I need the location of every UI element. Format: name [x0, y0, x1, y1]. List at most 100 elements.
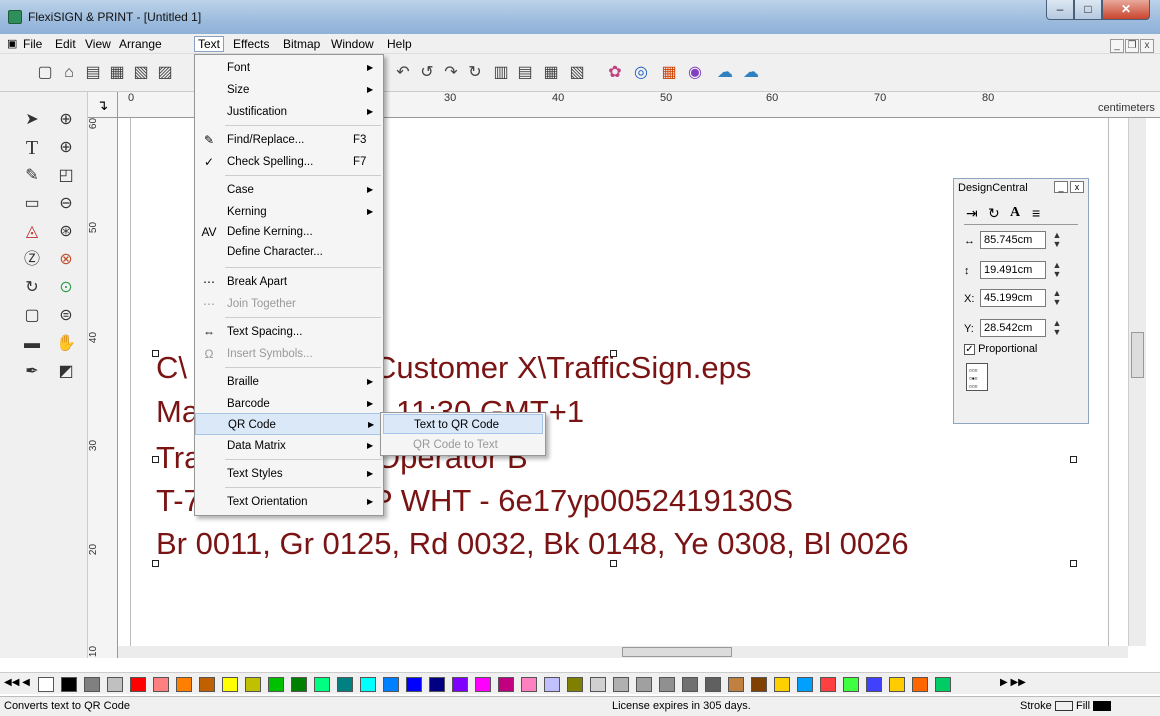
palette-swatch[interactable]	[199, 677, 215, 692]
ruler-origin-icon[interactable]: ↴	[88, 92, 118, 118]
export-icon[interactable]: ▧	[130, 62, 152, 84]
menu-item-qr-code[interactable]: QR Code ▶	[195, 413, 383, 435]
document-icon[interactable]: ▣	[4, 36, 20, 52]
selection-handle[interactable]	[610, 560, 617, 567]
menu-item-data-matrix[interactable]: Data Matrix ▶	[195, 435, 383, 457]
undo-icon[interactable]: ↶	[392, 62, 414, 84]
palette-swatch[interactable]	[337, 677, 353, 692]
menu-item-break-apart[interactable]: ⋯ Break Apart	[195, 271, 383, 293]
menu-item-text-spacing[interactable]: ⇔ Text Spacing...	[195, 321, 383, 343]
palette-swatch[interactable]	[682, 677, 698, 692]
palette-swatch[interactable]	[659, 677, 675, 692]
zoom-selection-icon[interactable]: ⊛	[54, 220, 78, 244]
height-spinner[interactable]: ▲ ▼	[1050, 261, 1064, 279]
palette-swatch[interactable]	[245, 677, 261, 692]
stroke-indicator[interactable]: Stroke	[1020, 700, 1073, 712]
palette-swatch[interactable]	[935, 677, 951, 692]
cut-icon[interactable]: ▥	[490, 62, 512, 84]
anchor-point-selector[interactable]: ▫▫▫ ▫▪▫ ▫▫▫	[966, 363, 988, 391]
doc-restore-button[interactable]: ❐	[1125, 39, 1139, 53]
menu-item-check-spelling[interactable]: ✓ Check Spelling... F7	[195, 151, 383, 173]
distort-tool-icon[interactable]: Ⓩ	[20, 248, 44, 272]
print-icon[interactable]: ▨	[154, 62, 176, 84]
palette-swatch[interactable]	[636, 677, 652, 692]
close-button[interactable]: ✕	[1102, 0, 1150, 20]
palette-swatch[interactable]	[383, 677, 399, 692]
text-tab-icon[interactable]: A	[1010, 205, 1020, 221]
menu-item-kerning[interactable]: Kerning ▶	[195, 201, 383, 223]
cloud-icon[interactable]: ☁	[714, 62, 736, 84]
selection-handle[interactable]	[152, 456, 159, 463]
menu-item-text-styles[interactable]: Text Styles ▶	[195, 463, 383, 485]
palette-swatch[interactable]	[130, 677, 146, 692]
palette-swatch[interactable]	[222, 677, 238, 692]
panel-minimize-button[interactable]: _	[1054, 181, 1068, 193]
palette-swatch[interactable]	[613, 677, 629, 692]
palette-swatch[interactable]	[498, 677, 514, 692]
doc-close-button[interactable]: x	[1140, 39, 1154, 53]
palette-swatch[interactable]	[866, 677, 882, 692]
palette-swatch[interactable]	[406, 677, 422, 692]
selection-handle[interactable]	[152, 350, 159, 357]
vertical-scroll-thumb[interactable]	[1131, 332, 1144, 378]
menu-item-barcode[interactable]: Barcode ▶	[195, 393, 383, 415]
new-icon[interactable]: ▢	[34, 62, 56, 84]
zoom-out-icon[interactable]: ⊖	[54, 192, 78, 216]
palette-scroll-right-icon[interactable]: ▶ ▶▶	[1000, 677, 1026, 688]
palette-swatch[interactable]	[452, 677, 468, 692]
sign-text-line-5[interactable]: Br 0011, Gr 0125, Rd 0032, Bk 0148, Ye 0…	[156, 526, 909, 562]
panel-close-button[interactable]: x	[1070, 181, 1084, 193]
menu-text[interactable]: Text	[194, 36, 225, 52]
palette-swatch[interactable]	[544, 677, 560, 692]
text-tool-icon[interactable]: T	[20, 136, 44, 160]
x-spinner[interactable]: ▲ ▼	[1050, 289, 1064, 307]
menu-item-define-kerning[interactable]: AV Define Kerning...	[195, 221, 383, 243]
fill-stroke-icon[interactable]: ◩	[54, 360, 78, 384]
maximize-button[interactable]: □	[1074, 0, 1102, 20]
palette-swatch[interactable]	[153, 677, 169, 692]
y-spinner[interactable]: ▲ ▼	[1050, 319, 1064, 337]
fill-tool-icon[interactable]: ◬	[20, 220, 44, 244]
menu-view[interactable]: View	[82, 36, 114, 52]
menu-item-text-to-qr-code[interactable]: Text to QR Code	[383, 414, 543, 434]
palette-swatch[interactable]	[475, 677, 491, 692]
palette-swatch[interactable]	[728, 677, 744, 692]
copy-icon[interactable]: ▤	[514, 62, 536, 84]
palette-swatch[interactable]	[314, 677, 330, 692]
redo-all-icon[interactable]: ↻	[464, 62, 486, 84]
measure-tool-icon[interactable]: ▬	[20, 332, 44, 356]
palette-swatch[interactable]	[176, 677, 192, 692]
zoom-actual-icon[interactable]: ⊜	[54, 304, 78, 328]
palette-swatch[interactable]	[751, 677, 767, 692]
import-icon[interactable]: ▦	[106, 62, 128, 84]
horizontal-scroll-thumb[interactable]	[622, 647, 732, 657]
width-spinner[interactable]: ▲ ▼	[1050, 231, 1064, 249]
undo-all-icon[interactable]: ↺	[416, 62, 438, 84]
zoom-fit-icon[interactable]: ⊙	[54, 276, 78, 300]
menu-item-find-replace[interactable]: ✎ Find/Replace... F3	[195, 129, 383, 151]
minimize-button[interactable]: –	[1046, 0, 1074, 20]
zoom-all-icon[interactable]: ⊗	[54, 248, 78, 272]
zoom-page-icon[interactable]: ◰	[54, 164, 78, 188]
sign-text-line-2[interactable]: Ma11:30 GMT+1	[156, 394, 584, 430]
frame-tool-icon[interactable]: ▢	[20, 304, 44, 328]
color-icon[interactable]: ✿	[604, 62, 626, 84]
color-grid-icon[interactable]: ▦	[658, 62, 680, 84]
upload-icon[interactable]: ☁	[740, 62, 762, 84]
rectangle-tool-icon[interactable]: ▭	[20, 192, 44, 216]
doc-minimize-button[interactable]: _	[1110, 39, 1124, 53]
zoom-in-icon[interactable]: ⊕	[54, 136, 78, 160]
menu-help[interactable]: Help	[384, 36, 415, 52]
menu-file[interactable]: File	[20, 36, 45, 52]
open-icon[interactable]: ⌂	[58, 62, 80, 84]
x-field[interactable]: 45.199cm	[980, 289, 1046, 307]
save-icon[interactable]: ▤	[82, 62, 104, 84]
palette-swatch[interactable]	[107, 677, 123, 692]
menu-item-define-character[interactable]: Define Character...	[195, 241, 383, 263]
menu-arrange[interactable]: Arrange	[116, 36, 165, 52]
paste-special-icon[interactable]: ▧	[566, 62, 588, 84]
palette-swatch[interactable]	[590, 677, 606, 692]
palette-swatch[interactable]	[84, 677, 100, 692]
eyedropper-icon[interactable]: ✒	[20, 360, 44, 384]
zoom-window-icon[interactable]: ⊕	[54, 108, 78, 132]
